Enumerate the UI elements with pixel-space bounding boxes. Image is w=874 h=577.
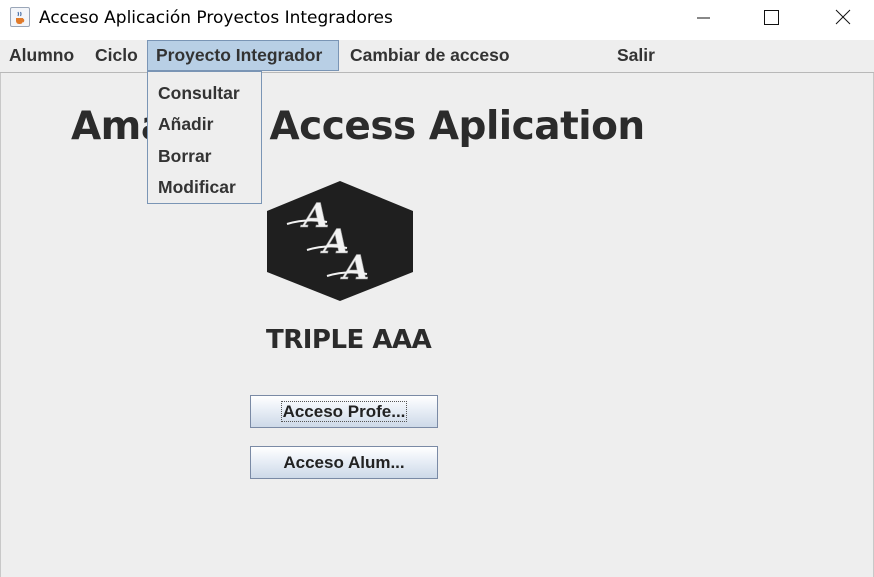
acceso-alumno-button[interactable]: Acceso Alum... [250, 446, 438, 479]
acceso-profesor-label: Acceso Profe... [280, 401, 408, 422]
close-button[interactable] [819, 0, 865, 36]
minimize-icon [697, 17, 710, 19]
menu-item-consultar[interactable]: Consultar [158, 83, 240, 104]
menu-item-borrar[interactable]: Borrar [158, 146, 212, 167]
minimize-button[interactable] [680, 0, 726, 36]
proyecto-integrador-dropdown: Consultar Añadir Borrar Modificar [147, 71, 262, 204]
menu-salir[interactable]: Salir [611, 40, 661, 71]
title-bar: Acceso Aplicación Proyectos Integradores [0, 0, 874, 40]
menu-ciclo[interactable]: Ciclo [89, 40, 144, 71]
triple-aaa-logo: A A A [267, 181, 413, 301]
acceso-profesor-button[interactable]: Acceso Profe... [250, 395, 438, 428]
acceso-alumno-label: Acceso Alum... [283, 452, 405, 472]
logo-letter: A [340, 248, 369, 288]
java-coffee-icon [10, 7, 30, 27]
window-title: Acceso Aplicación Proyectos Integradores [39, 8, 393, 28]
menu-proyecto-integrador[interactable]: Proyecto Integrador [147, 40, 339, 71]
menu-bar: Alumno Ciclo Proyecto Integrador Cambiar… [0, 40, 874, 73]
menu-alumno[interactable]: Alumno [3, 40, 80, 71]
menu-item-modificar[interactable]: Modificar [158, 177, 236, 198]
close-icon [835, 9, 851, 25]
menu-cambiar-de-acceso[interactable]: Cambiar de acceso [344, 40, 516, 71]
maximize-button[interactable] [748, 0, 794, 36]
maximize-icon [764, 10, 779, 25]
menu-item-anadir[interactable]: Añadir [158, 114, 213, 135]
brand-name: TRIPLE AAA [266, 325, 432, 355]
